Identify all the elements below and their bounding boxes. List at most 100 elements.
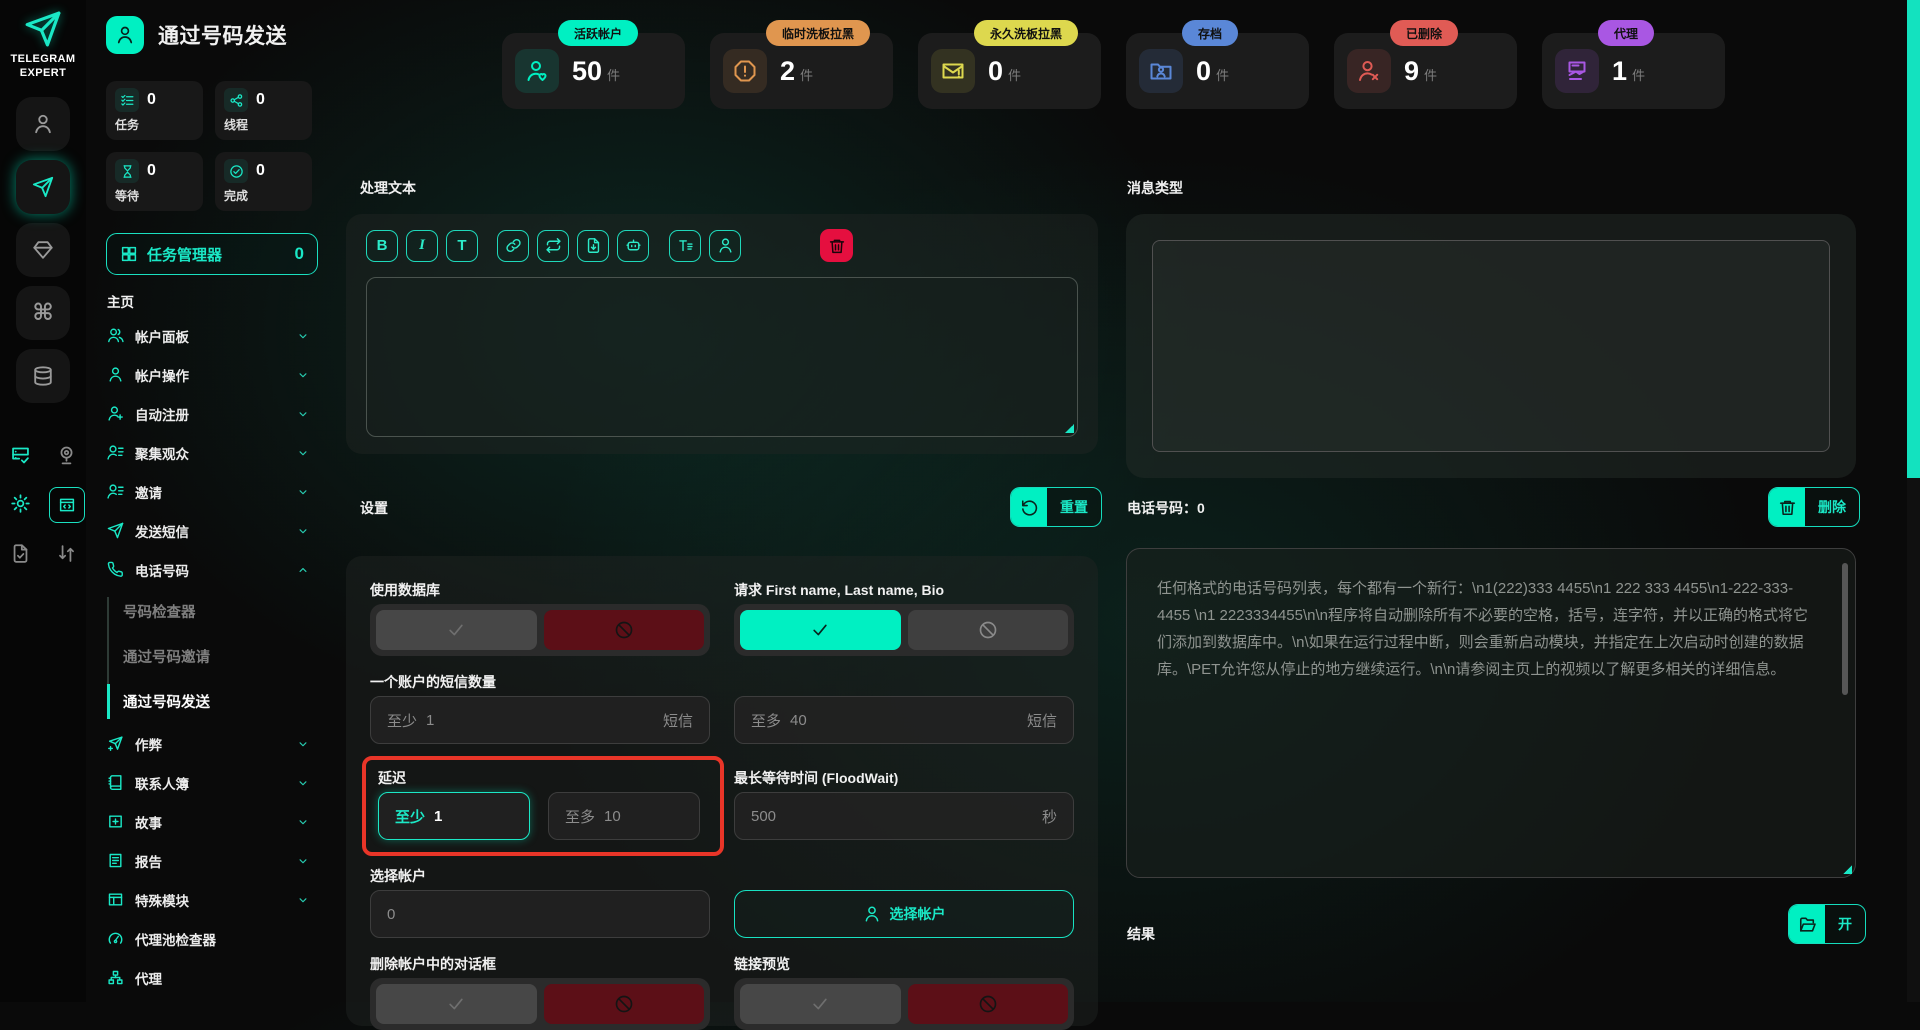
stat-threads: 0 线程 <box>215 81 312 140</box>
server-check-button[interactable] <box>3 439 37 473</box>
phone-numbers-textarea[interactable]: 任何格式的电话号码列表，每个都有一个新行：\n1(222)333 4455\n1… <box>1126 548 1856 878</box>
phone-icon <box>107 561 124 578</box>
slash-icon <box>614 994 634 1014</box>
sidebar-item-send-sms[interactable]: 发送短信 <box>107 511 334 550</box>
sidebar-item-proxy-pool-checker[interactable]: 代理池检查器 <box>107 919 334 958</box>
message-text-area[interactable] <box>366 277 1078 437</box>
file-download-icon <box>585 237 602 254</box>
sidebar-item-proxy[interactable]: 代理 <box>107 958 334 997</box>
input-value: 10 <box>604 807 621 825</box>
status-value: 2 <box>780 55 796 86</box>
sidebar-item-contacts-book[interactable]: 联系人簿 <box>107 763 334 802</box>
sidebar-item-reports[interactable]: 报告 <box>107 841 334 880</box>
floodwait-input[interactable]: 500 秒 <box>734 792 1074 840</box>
reset-button[interactable]: 重置 <box>1010 487 1102 527</box>
request-names-yes[interactable] <box>740 610 901 650</box>
textarea-scrollbar-thumb[interactable] <box>1842 563 1848 695</box>
rail-database-button[interactable] <box>16 348 70 403</box>
delay-min-input[interactable]: 至少 1 <box>378 792 530 840</box>
warning-octagon-icon <box>723 49 767 93</box>
link-preview-yes[interactable] <box>740 984 901 1024</box>
rail-sender-button[interactable] <box>16 159 70 214</box>
text-style-icon <box>677 237 694 254</box>
input-value: 40 <box>790 711 807 729</box>
rail-command-button[interactable]: ⌘ <box>16 285 70 340</box>
paper-plane-icon <box>32 176 54 198</box>
text-button[interactable]: T <box>446 229 478 262</box>
sms-max-input[interactable]: 至多 40 短信 <box>734 696 1074 744</box>
slash-icon <box>614 620 634 640</box>
sidebar-subitem-number-checker[interactable]: 号码检查器 <box>123 589 334 634</box>
sidebar-item-home[interactable]: 主页 <box>107 286 334 316</box>
resize-handle[interactable] <box>1064 423 1074 433</box>
page-scrollbar-thumb[interactable] <box>1907 0 1920 478</box>
delete-dialogs-no[interactable] <box>543 984 704 1024</box>
swap-button[interactable] <box>49 537 83 571</box>
sidebar-subitem-send-by-number[interactable]: 通过号码发送 <box>107 679 334 724</box>
sidebar-item-invite[interactable]: 邀请 <box>107 472 334 511</box>
user-icon <box>107 366 124 383</box>
file-insert-button[interactable] <box>577 229 609 262</box>
delete-phones-button[interactable]: 删除 <box>1768 487 1860 527</box>
link-preview-toggle[interactable] <box>734 978 1074 1030</box>
delete-dialogs-toggle[interactable] <box>370 978 710 1030</box>
sidebar-item-cheat[interactable]: 作弊 <box>107 724 334 763</box>
stat-tasks: 0 任务 <box>106 81 203 140</box>
use-db-yes[interactable] <box>376 610 537 650</box>
mention-button[interactable] <box>709 229 741 262</box>
link-preview-no[interactable] <box>907 984 1068 1024</box>
select-accounts-button[interactable]: 选择帐户 <box>734 890 1074 938</box>
stat-done: 0 完成 <box>215 152 312 211</box>
resize-handle[interactable] <box>1842 864 1852 874</box>
link-button[interactable] <box>497 229 529 262</box>
bold-button[interactable]: B <box>366 229 398 262</box>
sidebar-subitem-invite-by-number[interactable]: 通过号码邀请 <box>123 634 334 679</box>
chevron-down-icon <box>296 368 310 382</box>
rail-premium-button[interactable] <box>16 222 70 277</box>
message-type-dropzone[interactable] <box>1152 240 1830 452</box>
trash-icon <box>1769 488 1805 526</box>
sidebar-item-accounts-panel[interactable]: 帐户面板 <box>107 316 334 355</box>
page-scrollbar[interactable] <box>1907 0 1920 1002</box>
sms-min-input[interactable]: 至少 1 短信 <box>370 696 710 744</box>
status-badge: 永久洗板拉黑 <box>974 20 1079 46</box>
italic-button[interactable]: I <box>406 229 438 262</box>
check-icon <box>810 620 830 640</box>
open-result-button[interactable]: 开 <box>1788 904 1866 944</box>
gauge-icon <box>107 930 124 947</box>
use-db-toggle[interactable] <box>370 604 710 656</box>
sidebar-item-auto-register[interactable]: 自动注册 <box>107 394 334 433</box>
status-card-archived: 存档 0 件 <box>1126 20 1309 109</box>
doc-check-button[interactable] <box>3 537 37 571</box>
quick-stats: 0 任务 0 线程 0 等待 0 完成 <box>106 81 334 211</box>
bot-button[interactable] <box>617 229 649 262</box>
chevron-down-icon <box>296 854 310 868</box>
text-style-button[interactable] <box>669 229 701 262</box>
sidebar-item-phone-numbers[interactable]: 电话号码 <box>107 550 334 589</box>
clear-text-button[interactable] <box>820 229 853 262</box>
modules-icon <box>107 891 124 908</box>
request-names-no[interactable] <box>907 610 1068 650</box>
sidebar-item-account-actions[interactable]: 帐户操作 <box>107 355 334 394</box>
rail-accounts-button[interactable] <box>16 96 70 151</box>
sidebar-item-gather-audience[interactable]: 聚集观众 <box>107 433 334 472</box>
status-unit: 件 <box>1632 68 1646 83</box>
repeat-button[interactable] <box>537 229 569 262</box>
settings-gear-button[interactable] <box>3 487 37 521</box>
webcam-button[interactable] <box>49 439 83 473</box>
brand-name: TELEGRAM EXPERT <box>10 53 76 80</box>
user-plus-icon <box>107 405 124 422</box>
selected-accounts-count-input[interactable]: 0 <box>370 890 710 938</box>
sidebar: 通过号码发送 0 任务 0 线程 0 等待 0 完成 任务管理器 0 主页 帐户… <box>86 0 334 1002</box>
gem-icon <box>32 239 54 261</box>
delay-max-input[interactable]: 至多 10 <box>548 792 700 840</box>
use-db-no[interactable] <box>543 610 704 650</box>
sidebar-item-special-modules[interactable]: 特殊模块 <box>107 880 334 919</box>
status-badge: 代理 <box>1598 20 1655 46</box>
status-card-perm-flood: 永久洗板拉黑 0 件 <box>918 20 1101 109</box>
code-window-button[interactable] <box>49 486 85 523</box>
sidebar-item-stories[interactable]: 故事 <box>107 802 334 841</box>
request-names-toggle[interactable] <box>734 604 1074 656</box>
delete-dialogs-yes[interactable] <box>376 984 537 1024</box>
task-manager-button[interactable]: 任务管理器 0 <box>106 233 318 275</box>
